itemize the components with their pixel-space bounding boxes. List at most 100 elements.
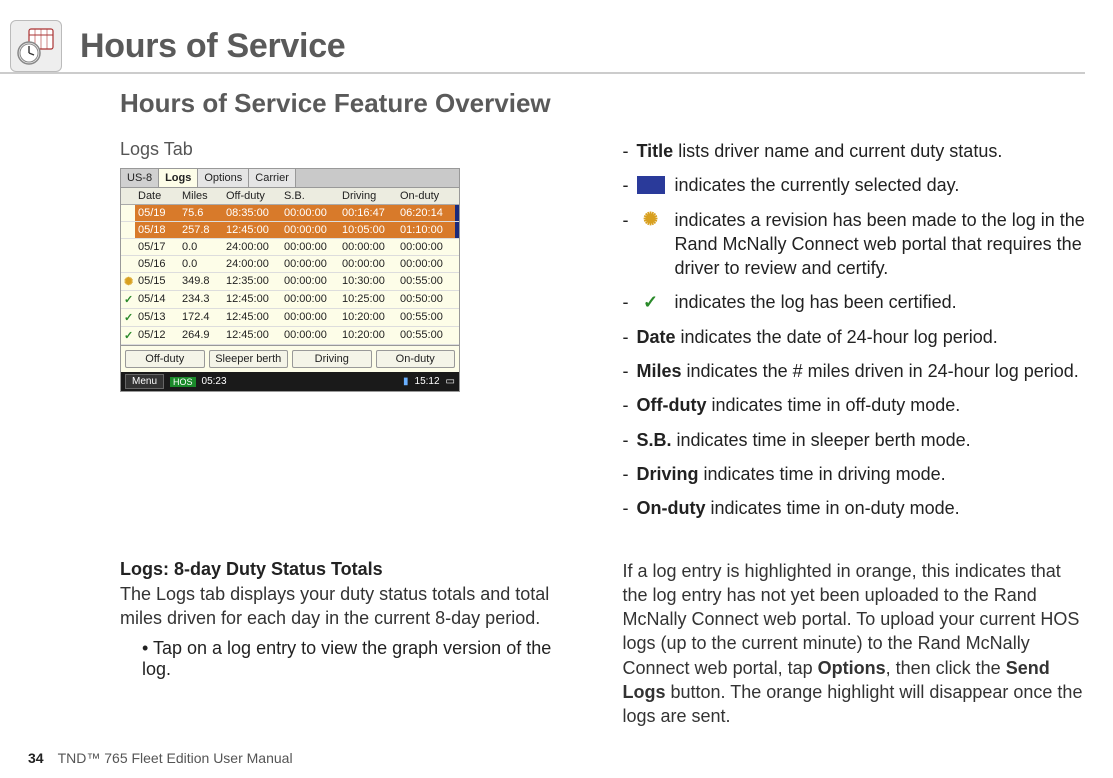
table-row[interactable]: ✓05/12264.912:45:0000:00:0010:20:0000:55… [121,327,459,345]
dash: - [623,208,637,281]
logs-screenshot: US-8 Logs Options Carrier Date Miles Off… [120,168,460,392]
cell: 12:45:00 [223,291,281,308]
cell: 00:00:00 [281,205,339,221]
cell: 01:10:00 [397,222,455,238]
cell: 00:55:00 [397,309,455,326]
cell: 00:00:00 [281,256,339,272]
dash: - [623,325,637,349]
section-subtitle: Hours of Service Feature Overview [120,88,1085,119]
screenshot-tabs: US-8 Logs Options Carrier [121,169,459,188]
table-row[interactable]: 05/170.024:00:0000:00:0000:00:0000:00:00 [121,239,459,256]
col-sb: S.B. [281,188,339,204]
cell: 00:55:00 [397,273,455,290]
definition-item: -Off-duty indicates time in off-duty mod… [623,393,1086,417]
cell: 05/18 [135,222,179,238]
status-bar: Menu HOS 05:23 ▮ 15:12 ▭ [121,372,459,391]
table-row[interactable]: 05/160.024:00:0000:00:0000:00:0000:00:00 [121,256,459,273]
table-row[interactable]: 05/1975.608:35:0000:00:0000:16:4706:20:1… [121,205,459,222]
tab-us8[interactable]: US-8 [121,169,159,187]
cell: 08:35:00 [223,205,281,221]
cell: 05/12 [135,327,179,344]
definition-item: -✺ indicates a revision has been made to … [623,208,1086,281]
definition-item: -Title lists driver name and current dut… [623,139,1086,163]
tab-carrier[interactable]: Carrier [249,169,296,187]
cell: 10:30:00 [339,273,397,290]
cell: 00:50:00 [397,291,455,308]
definition-item: -On-duty indicates time in on-duty mode. [623,496,1086,520]
note-part3: button. The orange highlight will disapp… [623,682,1083,726]
menu-button[interactable]: Menu [125,374,164,389]
cell: 172.4 [179,309,223,326]
cell: 349.8 [179,273,223,290]
col-miles: Miles [179,188,223,204]
check-icon: ✓ [124,294,133,306]
cell: 10:05:00 [339,222,397,238]
cell: 12:35:00 [223,273,281,290]
page-header: Hours of Service [0,20,1085,74]
definition-term: Driving [637,464,699,484]
cell: 257.8 [179,222,223,238]
cell: 05/15 [135,273,179,290]
logs-section-body: The Logs tab displays your duty status t… [120,582,583,631]
clock-calendar-icon [10,20,62,72]
cell: 10:20:00 [339,309,397,326]
cell: 00:00:00 [281,222,339,238]
definition-term: On-duty [637,498,706,518]
dash: - [623,290,637,314]
definition-text: indicates the currently selected day. [675,173,1086,197]
tab-logs[interactable]: Logs [159,169,198,187]
dash: - [623,462,637,486]
dash: - [623,359,637,383]
definition-text: Off-duty indicates time in off-duty mode… [637,393,1086,417]
cell: 00:55:00 [397,327,455,344]
definition-term: Off-duty [637,395,707,415]
orange-highlight-note: If a log entry is highlighted in orange,… [623,559,1086,729]
cell: 00:00:00 [281,273,339,290]
btn-onduty[interactable]: On-duty [376,350,456,368]
btn-offduty[interactable]: Off-duty [125,350,205,368]
dash: - [623,428,637,452]
col-onduty: On-duty [397,188,455,204]
definition-text: Driving indicates time in driving mode. [637,462,1086,486]
check-icon: ✓ [124,330,133,342]
definitions-list: -Title lists driver name and current dut… [623,139,1086,521]
col-date: Date [135,188,179,204]
table-row[interactable]: ✓05/13172.412:45:0000:00:0010:20:0000:55… [121,309,459,327]
table-row[interactable]: ✺05/15349.812:35:0000:00:0010:30:0000:55… [121,273,459,291]
status-time-left: 05:23 [202,376,227,387]
cell: 234.3 [179,291,223,308]
page-title: Hours of Service [80,27,345,66]
table-row[interactable]: ✓05/14234.312:45:0000:00:0010:25:0000:50… [121,291,459,309]
btn-driving[interactable]: Driving [292,350,372,368]
definition-text: indicates a revision has been made to th… [675,208,1086,281]
definition-item: -S.B. indicates time in sleeper berth mo… [623,428,1086,452]
definition-term: S.B. [637,430,672,450]
logs-section-title: Logs: 8-day Duty Status Totals [120,559,583,580]
note-part2: , then click the [886,658,1006,678]
cell: 00:00:00 [339,239,397,255]
definition-text: On-duty indicates time in on-duty mode. [637,496,1086,520]
tab-options[interactable]: Options [198,169,249,187]
definition-text: Date indicates the date of 24-hour log p… [637,325,1086,349]
cell: 24:00:00 [223,256,281,272]
cell: 06:20:14 [397,205,455,221]
revision-star-icon: ✺ [637,211,665,229]
cell: 05/13 [135,309,179,326]
dash: - [623,496,637,520]
cell: 00:00:00 [281,327,339,344]
hos-badge: HOS [170,377,196,387]
btn-sleeper[interactable]: Sleeper berth [209,350,289,368]
cell: 12:45:00 [223,309,281,326]
cell: 10:20:00 [339,327,397,344]
cell: 00:00:00 [281,309,339,326]
table-row[interactable]: 05/18257.812:45:0000:00:0010:05:0001:10:… [121,222,459,239]
definition-text: S.B. indicates time in sleeper berth mod… [637,428,1086,452]
status-time-right: 15:12 [415,376,440,387]
logs-bullet: Tap on a log entry to view the graph ver… [142,638,583,680]
dash: - [623,173,637,197]
cell: 00:00:00 [397,256,455,272]
dash: - [623,393,637,417]
page-footer: 34 TND™ 765 Fleet Edition User Manual [0,750,293,766]
col-offduty: Off-duty [223,188,281,204]
doc-title: TND™ 765 Fleet Edition User Manual [58,750,293,766]
